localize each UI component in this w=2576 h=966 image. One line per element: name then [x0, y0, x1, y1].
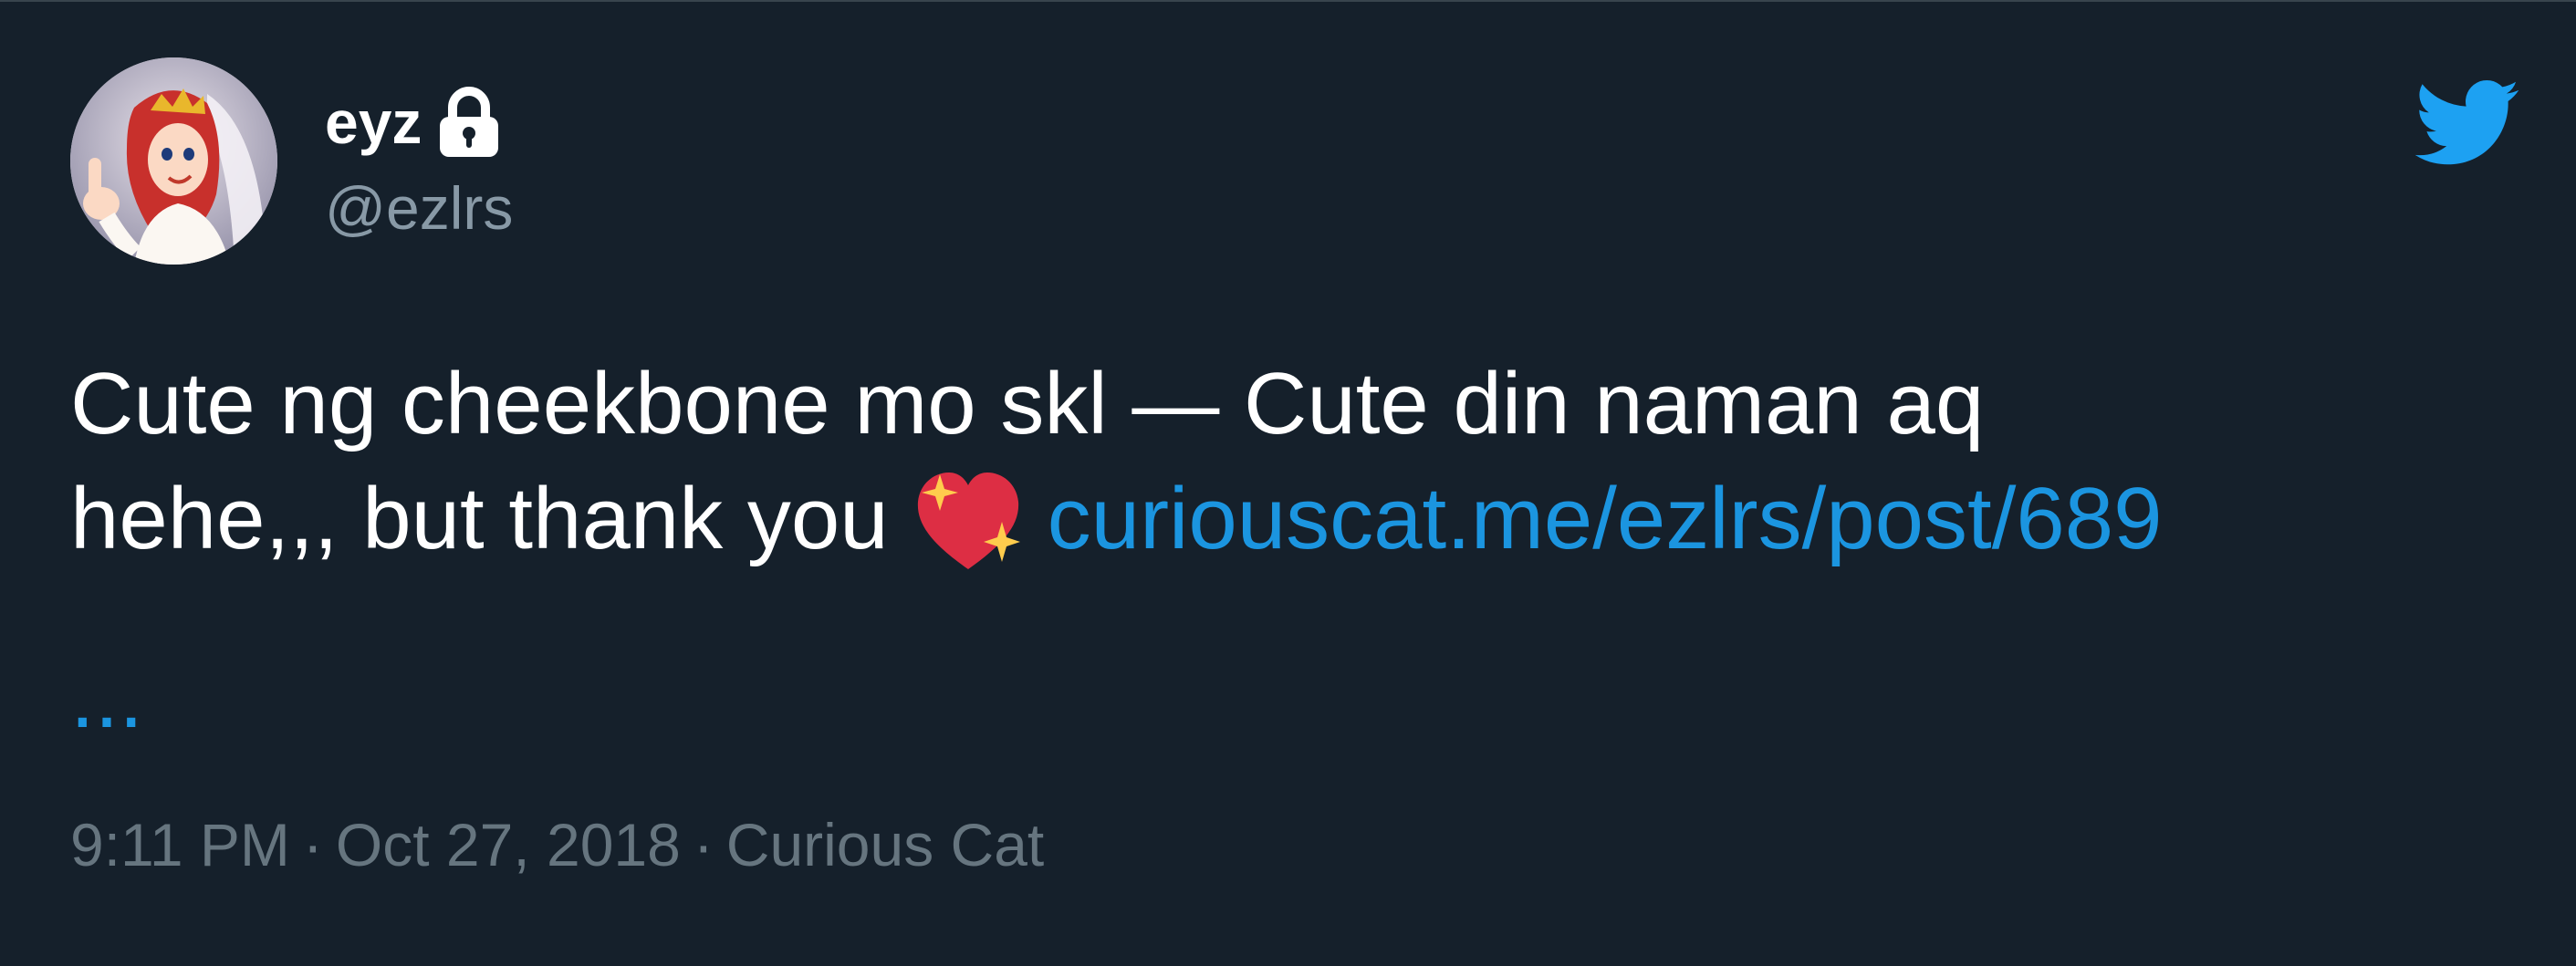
- tweet-card: eyz @ezlrs Cute ng cheekbone mo skl — Cu…: [0, 0, 2576, 966]
- sparkling-heart-icon: [907, 462, 1029, 576]
- tweet-time[interactable]: 9:11 PM: [70, 811, 290, 878]
- author-name-row: eyz: [325, 86, 504, 159]
- meta-separator: ·: [302, 811, 323, 878]
- twitter-bird-icon[interactable]: [2411, 77, 2520, 166]
- user-handle[interactable]: @ezlrs: [325, 171, 513, 244]
- tweet-meta: 9:11 PM · Oct 27, 2018 · Curious Cat: [70, 808, 1044, 881]
- curiouscat-link[interactable]: curiouscat.me/ezlrs/post/689: [1048, 470, 2163, 567]
- tweet-date[interactable]: Oct 27, 2018: [336, 811, 681, 878]
- tweet-ellipsis[interactable]: ...: [70, 640, 2498, 755]
- display-name[interactable]: eyz: [325, 86, 422, 159]
- tweet-text: Cute ng cheekbone mo skl — Cute din nama…: [70, 347, 2498, 755]
- tweet-line-2: hehe,,, but thank you curiouscat.me/ezlr…: [70, 462, 2498, 576]
- tweet-source[interactable]: Curious Cat: [726, 811, 1044, 878]
- avatar-image: [70, 57, 277, 265]
- tweet-line-2-text: hehe,,, but thank you: [70, 470, 889, 567]
- meta-separator: ·: [693, 811, 714, 878]
- tweet-line-1: Cute ng cheekbone mo skl — Cute din nama…: [70, 355, 1985, 452]
- lock-icon: [440, 87, 499, 157]
- avatar[interactable]: [70, 57, 277, 265]
